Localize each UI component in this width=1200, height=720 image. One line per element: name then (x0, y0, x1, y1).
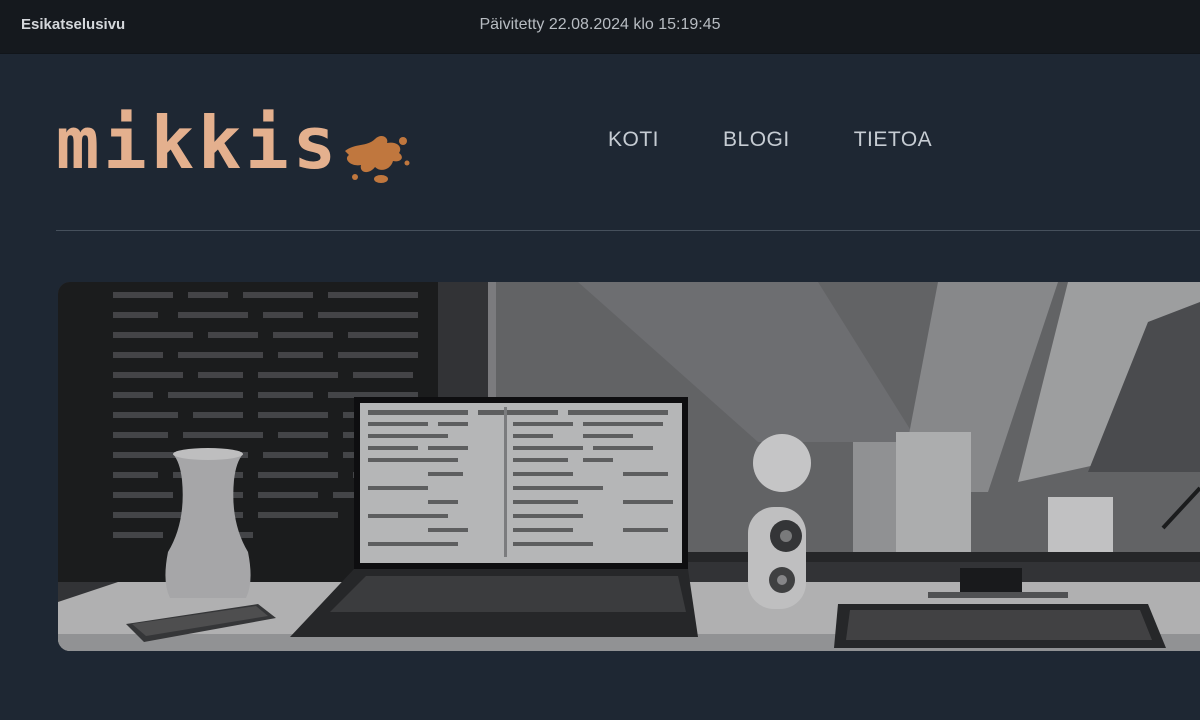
logo-text: mikkis (56, 101, 341, 185)
nav-item-blogi[interactable]: BLOGI (723, 128, 790, 152)
header-divider (56, 230, 1200, 231)
nav-item-koti[interactable]: KOTI (608, 128, 659, 152)
nav-item-tietoa[interactable]: TIETOA (854, 128, 932, 152)
top-bar: Esikatselusivu Päivitetty 22.08.2024 klo… (0, 0, 1200, 54)
hero-image (58, 282, 1200, 651)
paint-splat-icon (345, 136, 410, 183)
site-logo[interactable]: mikkis (56, 103, 416, 183)
main-nav: KOTI BLOGI TIETOA (608, 128, 932, 152)
updated-timestamp: Päivitetty 22.08.2024 klo 15:19:45 (479, 16, 721, 33)
